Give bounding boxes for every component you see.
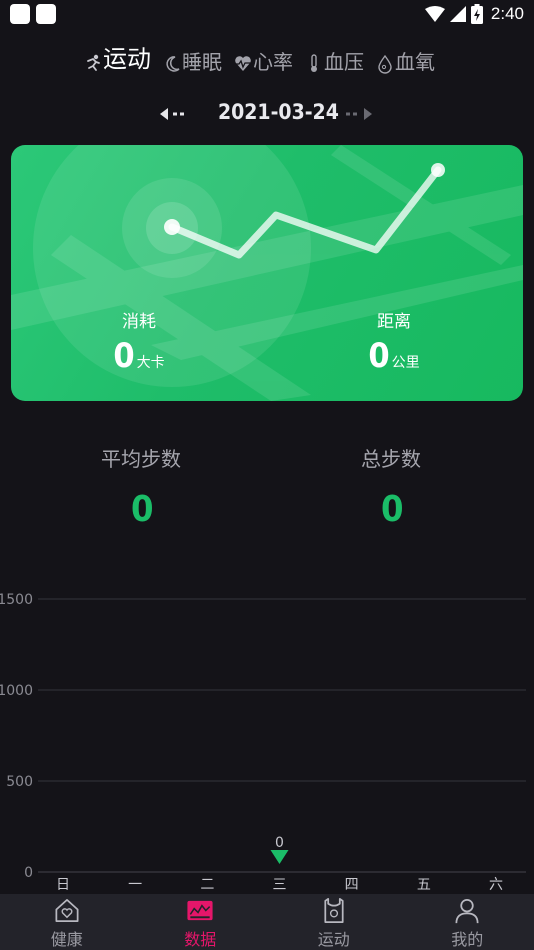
current-date[interactable]: 2021-03-24 [218,100,339,124]
notification-icon [10,4,30,24]
sport-vest-icon [324,898,344,923]
weekly-steps-chart: 0 500 1000 1500 日 一 二 三 四 五 六 0 [0,592,526,893]
nav-data[interactable]: 数据 [134,894,268,950]
x-tick-label: 五 [417,877,431,893]
average-steps-label: 平均步数 [101,447,181,471]
tab-sleep[interactable]: 睡眠 [163,50,222,74]
tab-blood-pressure[interactable]: 血压 [305,50,364,74]
notification-icon [36,4,56,24]
wifi-icon [424,6,445,22]
signal-icon [449,6,466,22]
profile-icon [455,898,479,924]
clock-time: 2:40 [490,4,524,23]
nav-profile[interactable]: 我的 [401,894,534,950]
x-tick-label: 日 [56,877,70,893]
total-steps-label: 总步数 [361,447,421,471]
category-tabs: 运动 睡眠 心率 血压 血氧 [84,40,447,74]
data-chart-icon [187,900,213,921]
tab-label: 睡眠 [182,50,222,74]
prev-day-button[interactable] [158,106,190,122]
y-tick-label: 500 [6,774,33,790]
tab-label: 血氧 [395,50,435,74]
tab-label: 运动 [103,45,151,73]
total-steps-value: 0 [381,489,404,530]
nav-label: 健康 [50,930,83,949]
distance-stat: 距离 0 公里 [324,307,464,376]
x-tick-label: 三 [273,877,287,893]
distance-label: 距离 [377,312,411,332]
health-house-icon [55,898,79,923]
calories-label: 消耗 [122,312,156,332]
nav-label: 数据 [184,930,217,949]
tab-label: 心率 [253,50,293,74]
next-day-button[interactable] [344,106,376,122]
tab-blood-oxygen[interactable]: 血氧 [376,50,435,74]
selected-day-marker [270,850,289,864]
x-tick-label: 一 [128,877,142,893]
thermometer-icon [311,54,317,72]
heart-rate-icon [235,56,251,71]
oxygen-drop-icon [378,54,392,74]
tab-sport[interactable]: 运动 [84,44,151,74]
y-tick-label: 1000 [0,683,33,699]
x-tick-label: 六 [489,877,503,893]
activity-summary-card: 消耗 0 大卡 距离 0 公里 [11,145,523,401]
calories-unit: 大卡 [136,355,165,371]
average-steps-value: 0 [131,489,154,530]
y-tick-label: 1500 [0,592,33,608]
calories-value: 0 [113,336,135,376]
calories-stat: 消耗 0 大卡 [69,307,209,376]
date-navigator: 2021-03-24 [0,98,534,132]
nav-label: 运动 [317,930,350,949]
distance-unit: 公里 [391,355,420,371]
nav-health[interactable]: 健康 [0,894,134,950]
x-tick-label: 二 [200,877,214,893]
x-tick-label: 四 [345,877,359,893]
status-icons: 2:40 [424,4,524,24]
y-tick-label: 0 [24,865,33,881]
nav-sport[interactable]: 运动 [267,894,401,950]
nav-label: 我的 [451,930,484,949]
tab-heart-rate[interactable]: 心率 [234,50,293,74]
battery-icon [470,4,483,24]
running-icon [87,54,100,71]
bottom-navigation: 健康 数据 运动 我的 [0,894,534,950]
selected-value-label: 0 [275,835,284,851]
status-bar: 2:40 [0,0,534,28]
distance-value: 0 [368,336,390,376]
tab-label: 血压 [324,50,364,74]
moon-icon [166,56,180,72]
